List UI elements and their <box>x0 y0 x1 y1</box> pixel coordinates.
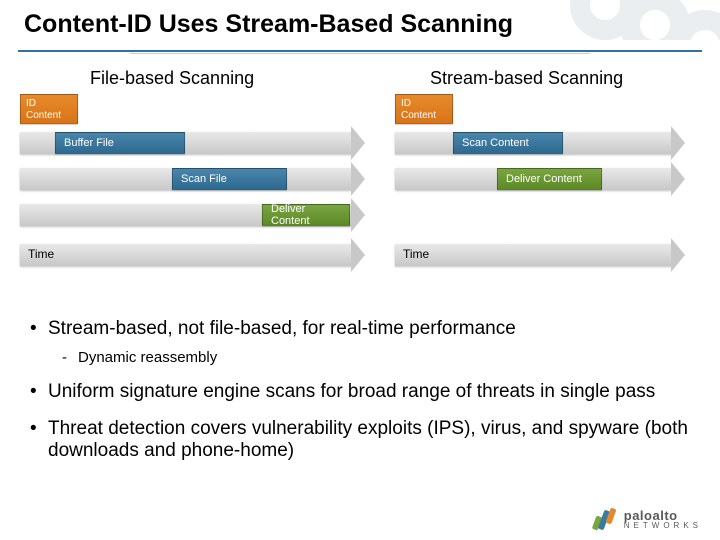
bullet-1-text: Stream-based, not file-based, for real-t… <box>48 318 516 339</box>
left-buffer-file-box: Buffer File <box>55 132 185 154</box>
title-area: Content-ID Uses Stream-Based Scanning <box>0 0 720 62</box>
brand-name: paloalto <box>624 509 702 522</box>
left-heading: File-based Scanning <box>90 68 254 89</box>
right-id-content-box: ID Content <box>395 94 453 124</box>
comparison-diagram: File-based Scanning ID Content Buffer Fi… <box>0 62 720 312</box>
brand-sub: NETWORKS <box>624 522 702 530</box>
bullet-3: Threat detection covers vulnerability ex… <box>30 418 690 464</box>
bullet-2: Uniform signature engine scans for broad… <box>30 381 690 404</box>
title-subrule <box>130 53 590 54</box>
right-heading: Stream-based Scanning <box>430 68 623 89</box>
paloalto-wordmark: paloalto NETWORKS <box>624 509 702 530</box>
right-time-label: Time <box>403 247 429 261</box>
footer-logo: paloalto NETWORKS <box>592 506 702 532</box>
right-deliver-content-box: Deliver Content <box>497 168 602 190</box>
slide: Content-ID Uses Stream-Based Scanning Fi… <box>0 0 720 540</box>
right-scan-content-box: Scan Content <box>453 132 563 154</box>
bullet-1a: Dynamic reassembly <box>48 349 690 367</box>
title-rule <box>18 50 702 52</box>
title-accent-graphic <box>560 0 720 40</box>
right-time-arrow <box>395 244 685 266</box>
left-time-arrow <box>20 244 365 266</box>
left-time-label: Time <box>28 247 54 261</box>
bullet-list: Stream-based, not file-based, for real-t… <box>0 312 720 463</box>
left-deliver-content-box: Deliver Content <box>262 204 350 226</box>
left-id-content-box: ID Content <box>20 94 78 124</box>
left-scan-file-box: Scan File <box>172 168 287 190</box>
paloalto-swirl-icon <box>592 506 618 532</box>
bullet-1: Stream-based, not file-based, for real-t… <box>30 318 690 367</box>
